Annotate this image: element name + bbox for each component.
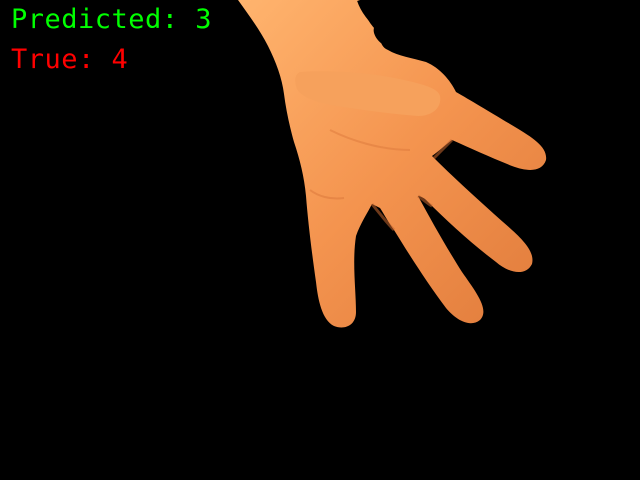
image-frame: Predicted: 3 True: 4 <box>0 0 640 480</box>
predicted-label: Predicted: 3 <box>11 4 213 35</box>
palm-shape <box>238 0 547 328</box>
true-label: True: 4 <box>11 44 129 75</box>
